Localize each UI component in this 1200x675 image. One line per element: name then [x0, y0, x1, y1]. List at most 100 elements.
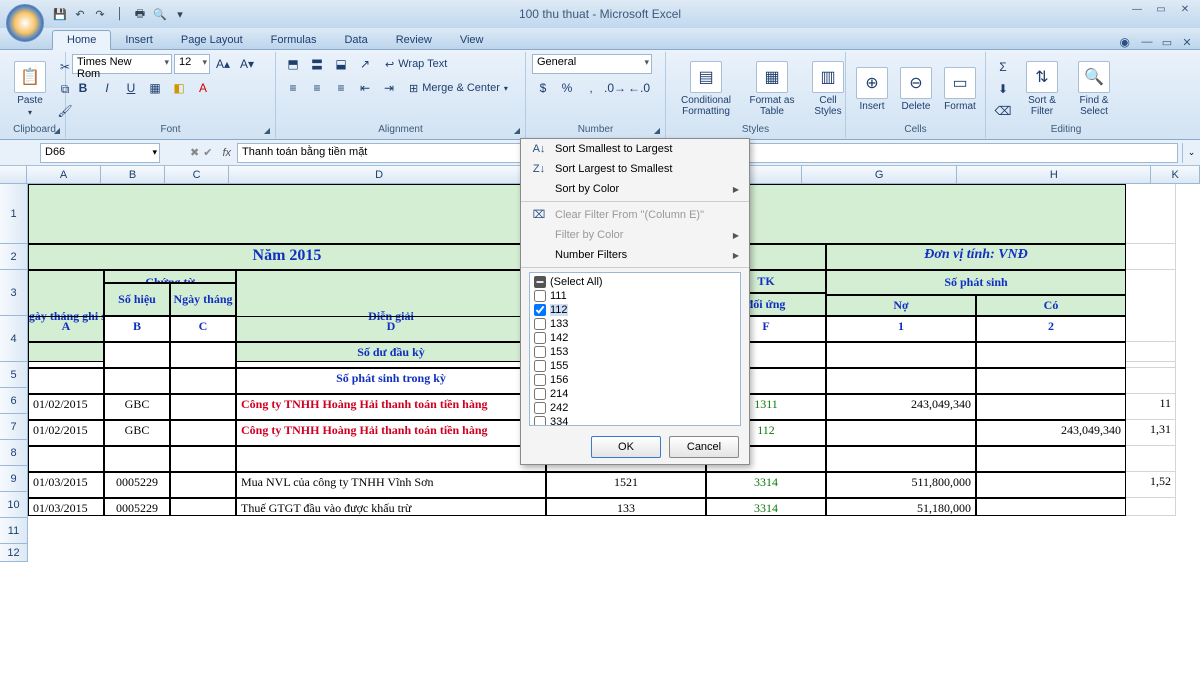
- cell-b6[interactable]: [104, 342, 170, 368]
- conditional-formatting-button[interactable]: ▤Conditional Formatting: [672, 59, 740, 119]
- select-all-corner[interactable]: [0, 166, 27, 183]
- table-cell[interactable]: 01/02/2015: [28, 394, 104, 420]
- table-cell[interactable]: [976, 498, 1126, 516]
- cell-b7[interactable]: [104, 368, 170, 394]
- filter-value-item[interactable]: 111: [532, 289, 738, 303]
- cancel-button[interactable]: Cancel: [669, 436, 739, 458]
- increase-indent-button[interactable]: ⇥: [378, 78, 400, 98]
- clipboard-launcher[interactable]: ◢: [51, 124, 63, 136]
- fx-enter[interactable]: ✔: [203, 146, 212, 159]
- decrease-indent-button[interactable]: ⇤: [354, 78, 376, 98]
- table-cell[interactable]: [826, 420, 976, 446]
- table-cell[interactable]: 11: [1126, 394, 1176, 420]
- percent-button[interactable]: %: [556, 78, 578, 98]
- align-left-button[interactable]: ≡: [282, 78, 304, 98]
- align-top-button[interactable]: ⬒: [282, 54, 304, 74]
- border-button[interactable]: ▦: [144, 78, 166, 98]
- wb-minimize-button[interactable]: —: [1138, 35, 1156, 49]
- autosum-button[interactable]: Σ: [992, 57, 1014, 77]
- maximize-button[interactable]: ▭: [1150, 2, 1172, 16]
- bold-button[interactable]: B: [72, 78, 94, 98]
- sodu-cell[interactable]: Số dư đầu kỳ: [236, 342, 546, 368]
- col-header-C[interactable]: C: [165, 166, 229, 183]
- fill-color-button[interactable]: ◧: [168, 78, 190, 98]
- spstk-cell[interactable]: Số phát sinh trong kỳ: [236, 368, 546, 394]
- number-launcher[interactable]: ◢: [651, 124, 663, 136]
- table-cell[interactable]: [236, 446, 546, 472]
- comma-button[interactable]: ,: [580, 78, 602, 98]
- hdr-co[interactable]: Có: [976, 295, 1126, 316]
- tab-home[interactable]: Home: [52, 30, 111, 50]
- table-cell[interactable]: Công ty TNHH Hoàng Hải thanh toán tiền h…: [236, 394, 546, 420]
- table-cell[interactable]: 133: [546, 498, 706, 516]
- font-color-button[interactable]: A: [192, 78, 214, 98]
- filter-value-item[interactable]: 334: [532, 415, 738, 426]
- filter-checkbox[interactable]: [534, 360, 546, 372]
- hdr-sps[interactable]: Số phát sinh: [826, 270, 1126, 295]
- sort-filter-button[interactable]: ⇅Sort & Filter: [1018, 59, 1066, 119]
- table-cell[interactable]: 01/02/2015: [28, 420, 104, 446]
- col-header-G[interactable]: G: [802, 166, 957, 183]
- row-header-8[interactable]: 8: [0, 440, 28, 466]
- col-header-A[interactable]: A: [27, 166, 101, 183]
- format-cells-button[interactable]: ▭Format: [940, 65, 980, 114]
- fill-button[interactable]: ⬇: [992, 79, 1014, 99]
- close-button[interactable]: ✕: [1174, 2, 1196, 16]
- sort-desc-item[interactable]: Z↓Sort Largest to Smallest: [521, 159, 749, 179]
- filter-checkbox[interactable]: [534, 332, 546, 344]
- col-letter-C[interactable]: C: [170, 316, 236, 342]
- qat-more-icon[interactable]: ▾: [172, 6, 188, 22]
- table-cell[interactable]: 0005229: [104, 472, 170, 498]
- hdr-ngaythang[interactable]: Ngày tháng: [170, 283, 236, 316]
- row-header-3[interactable]: 3: [0, 270, 28, 316]
- cell-h7[interactable]: [976, 368, 1126, 394]
- row-header-9[interactable]: 9: [0, 466, 28, 492]
- filter-value-item[interactable]: 155: [532, 359, 738, 373]
- table-cell[interactable]: 3314: [706, 472, 826, 498]
- sort-asc-item[interactable]: A↓Sort Smallest to Largest: [521, 139, 749, 159]
- preview-icon[interactable]: 🔍: [152, 6, 168, 22]
- table-cell[interactable]: Mua NVL của công ty TNHH Vĩnh Sơn: [236, 472, 546, 498]
- hdr-no[interactable]: Nợ: [826, 295, 976, 316]
- filter-value-item[interactable]: 156: [532, 373, 738, 387]
- table-cell[interactable]: GBC: [104, 420, 170, 446]
- row-header-4[interactable]: 4: [0, 316, 28, 362]
- print-icon[interactable]: 🖶: [132, 6, 148, 22]
- redo-icon[interactable]: ↷: [92, 6, 108, 22]
- row-header-7[interactable]: 7: [0, 414, 28, 440]
- table-cell[interactable]: 1,52: [1126, 472, 1176, 498]
- cell-k2[interactable]: [1126, 244, 1176, 270]
- row-header-1[interactable]: 1: [0, 184, 28, 244]
- wb-close-button[interactable]: ✕: [1178, 35, 1196, 49]
- select-all-box[interactable]: [534, 276, 546, 288]
- year-cell[interactable]: Năm 2015: [28, 244, 546, 270]
- save-icon[interactable]: 💾: [52, 6, 68, 22]
- table-cell[interactable]: 511,800,000: [826, 472, 976, 498]
- row-header-6[interactable]: 6: [0, 388, 28, 414]
- orientation-button[interactable]: ↗: [354, 54, 376, 74]
- select-all-checkbox[interactable]: (Select All): [532, 275, 738, 289]
- cell-k1[interactable]: [1126, 184, 1176, 244]
- filter-values-list[interactable]: (Select All) 111112133142153155156214242…: [529, 272, 741, 426]
- paste-button[interactable]: 📋 Paste ▾: [10, 59, 50, 119]
- col-letter-D[interactable]: D: [236, 316, 546, 342]
- align-center-button[interactable]: ≡: [306, 78, 328, 98]
- table-cell[interactable]: [104, 446, 170, 472]
- increase-decimal-button[interactable]: .0→: [604, 78, 626, 98]
- name-box[interactable]: D66: [40, 143, 160, 163]
- cell-c7[interactable]: [170, 368, 236, 394]
- tab-page-layout[interactable]: Page Layout: [167, 31, 257, 49]
- shrink-font-button[interactable]: A▾: [236, 54, 258, 74]
- filter-value-item[interactable]: 112: [532, 303, 738, 317]
- col-letter-1[interactable]: 1: [826, 316, 976, 342]
- row-header-12[interactable]: 12: [0, 544, 28, 562]
- font-size-combo[interactable]: 12: [174, 54, 210, 74]
- table-cell[interactable]: Thuế GTGT đầu vào được khấu trừ: [236, 498, 546, 516]
- filter-value-item[interactable]: 133: [532, 317, 738, 331]
- table-cell[interactable]: [976, 472, 1126, 498]
- number-format-combo[interactable]: General: [532, 54, 652, 74]
- row-header-2[interactable]: 2: [0, 244, 28, 270]
- paste-dropdown-icon[interactable]: ▾: [28, 108, 32, 117]
- font-launcher[interactable]: ◢: [261, 124, 273, 136]
- hdr-chungtu[interactable]: Chứng từ: [104, 270, 236, 283]
